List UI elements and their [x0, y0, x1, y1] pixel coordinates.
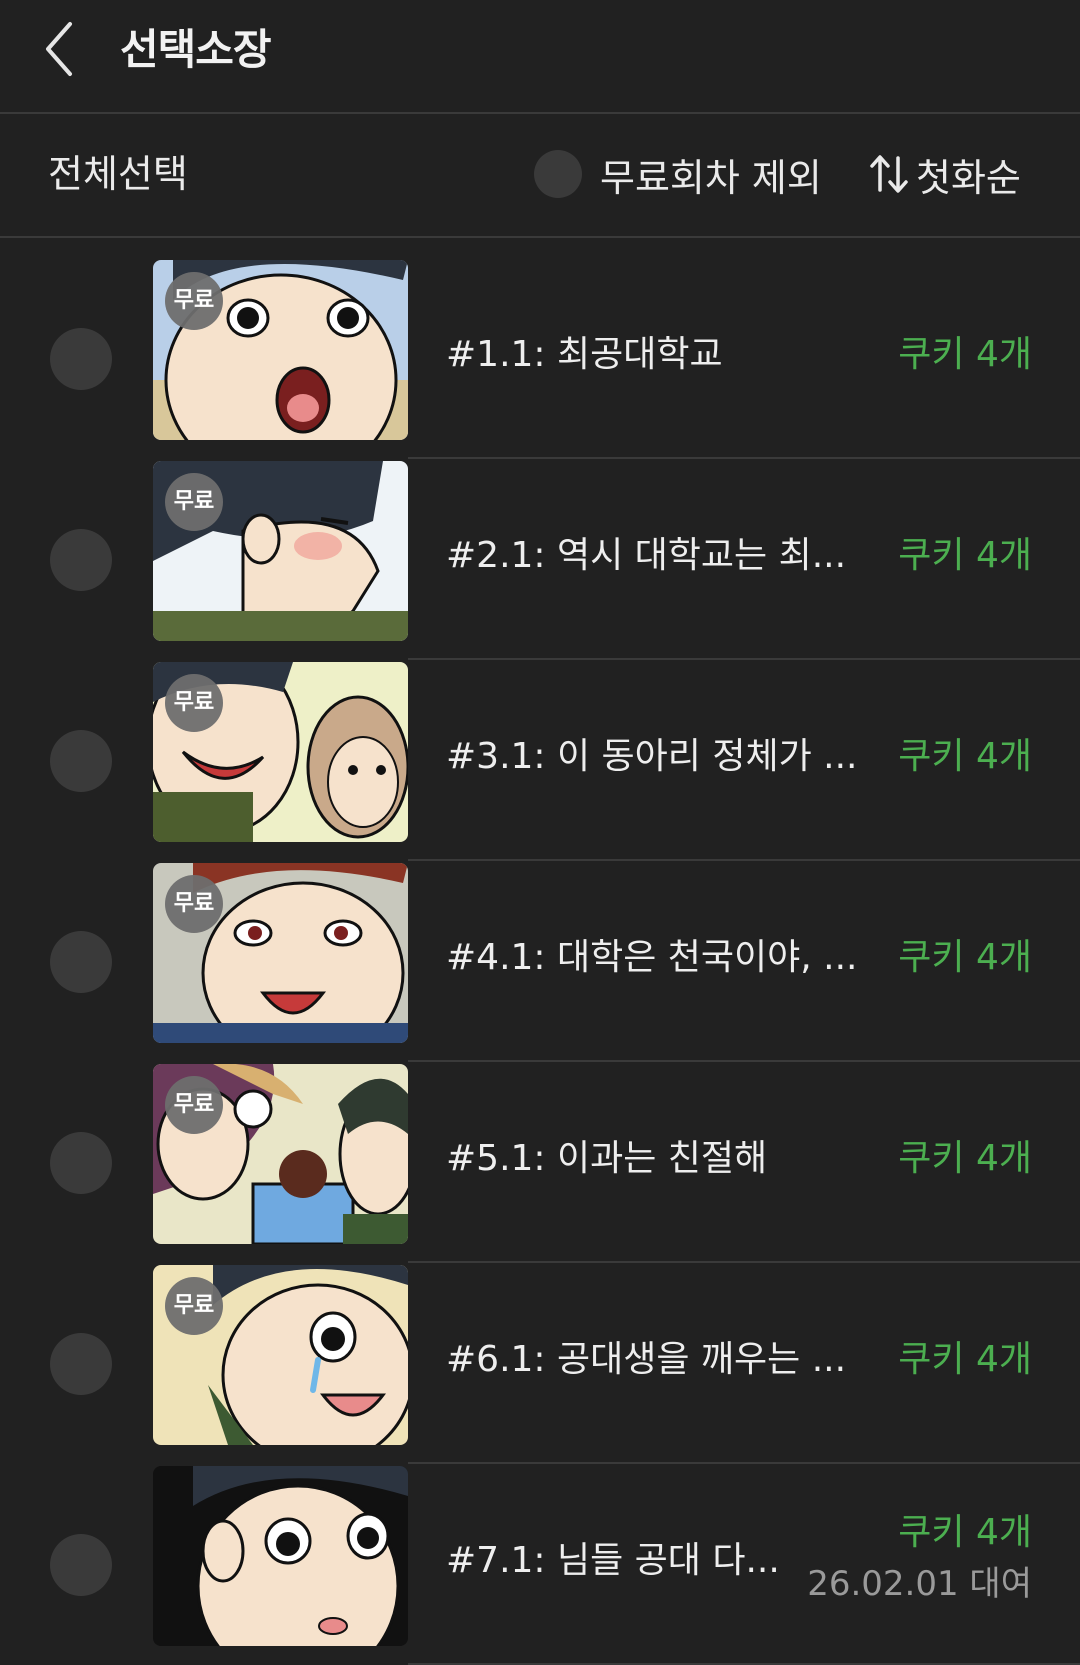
episode-row[interactable]: 무료 #5.1: 이과는 친절해 쿠키 4개 [0, 1062, 1080, 1263]
episode-price: 쿠키 4개 [898, 535, 1032, 576]
rental-date: 26.02.01 대여 [807, 1564, 1032, 1604]
episode-price: 쿠키 4개 [898, 1512, 1032, 1553]
free-badge: 무료 [165, 272, 223, 330]
episode-row[interactable]: 무료 #4.1: 대학은 천국이야, ... 쿠키 4개 [0, 861, 1080, 1062]
exclude-free-checkbox[interactable] [534, 150, 582, 198]
episode-list: 무료 #1.1: 최공대학교 쿠키 4개 무료 #2.1: 역시 대학교는 최.… [0, 258, 1080, 1665]
episode-thumbnail: 무료 [153, 461, 408, 641]
exclude-free-toggle[interactable]: 무료회차 제외 [534, 146, 822, 202]
episode-row[interactable]: 무료 #1.1: 최공대학교 쿠키 4개 [0, 258, 1080, 459]
episode-checkbox[interactable] [50, 930, 112, 993]
back-button[interactable] [36, 14, 96, 84]
episode-thumbnail [153, 1466, 408, 1646]
episode-checkbox[interactable] [50, 1332, 112, 1395]
free-badge: 무료 [165, 674, 223, 732]
episode-title: #2.1: 역시 대학교는 최... [446, 535, 847, 576]
episode-title: #7.1: 님들 공대 다... [446, 1540, 780, 1581]
selection-toolbar: 전체선택 무료회차 제외 첫화순 [0, 114, 1080, 238]
episode-row[interactable]: 무료 #6.1: 공대생을 깨우는 ... 쿠키 4개 [0, 1263, 1080, 1464]
episode-thumbnail: 무료 [153, 662, 408, 842]
episode-checkbox[interactable] [50, 528, 112, 591]
episode-title: #6.1: 공대생을 깨우는 ... [446, 1339, 847, 1380]
episode-checkbox[interactable] [50, 327, 112, 390]
episode-title: #1.1: 최공대학교 [446, 334, 723, 375]
episode-price: 쿠키 4개 [898, 1138, 1032, 1179]
chevron-left-icon [46, 22, 72, 76]
free-badge: 무료 [165, 473, 223, 531]
episode-title: #3.1: 이 동아리 정체가 ... [446, 736, 858, 777]
comic-thumbnail-image [153, 1466, 408, 1646]
episode-thumbnail: 무료 [153, 1064, 408, 1244]
exclude-free-label: 무료회차 제외 [600, 155, 822, 200]
episode-price: 쿠키 4개 [898, 937, 1032, 978]
episode-thumbnail: 무료 [153, 260, 408, 440]
episode-price: 쿠키 4개 [898, 1339, 1032, 1380]
episode-price: 쿠키 4개 [898, 334, 1032, 375]
episode-thumbnail: 무료 [153, 863, 408, 1043]
episode-title: #4.1: 대학은 천국이야, ... [446, 937, 858, 978]
episode-price-block: 쿠키 4개 26.02.01 대여 [807, 1508, 1032, 1610]
free-badge: 무료 [165, 875, 223, 933]
sort-label: 첫화순 [916, 155, 1021, 200]
page-title: 선택소장 [120, 25, 272, 74]
episode-checkbox[interactable] [50, 729, 112, 792]
episode-price: 쿠키 4개 [898, 736, 1032, 777]
episode-thumbnail: 무료 [153, 1265, 408, 1445]
episode-checkbox[interactable] [50, 1533, 112, 1596]
episode-checkbox[interactable] [50, 1131, 112, 1194]
app-header: 선택소장 [0, 0, 1080, 114]
episode-row[interactable]: 무료 #2.1: 역시 대학교는 최... 쿠키 4개 [0, 459, 1080, 660]
episode-row[interactable]: #7.1: 님들 공대 다... 쿠키 4개 26.02.01 대여 [0, 1464, 1080, 1665]
free-badge: 무료 [165, 1076, 223, 1134]
sort-button[interactable]: 첫화순 [868, 146, 1021, 202]
sort-arrows-icon [870, 155, 908, 193]
free-badge: 무료 [165, 1277, 223, 1335]
select-all-button[interactable]: 전체선택 [48, 148, 188, 200]
episode-row[interactable]: 무료 #3.1: 이 동아리 정체가 ... 쿠키 4개 [0, 660, 1080, 861]
episode-title: #5.1: 이과는 친절해 [446, 1138, 768, 1179]
